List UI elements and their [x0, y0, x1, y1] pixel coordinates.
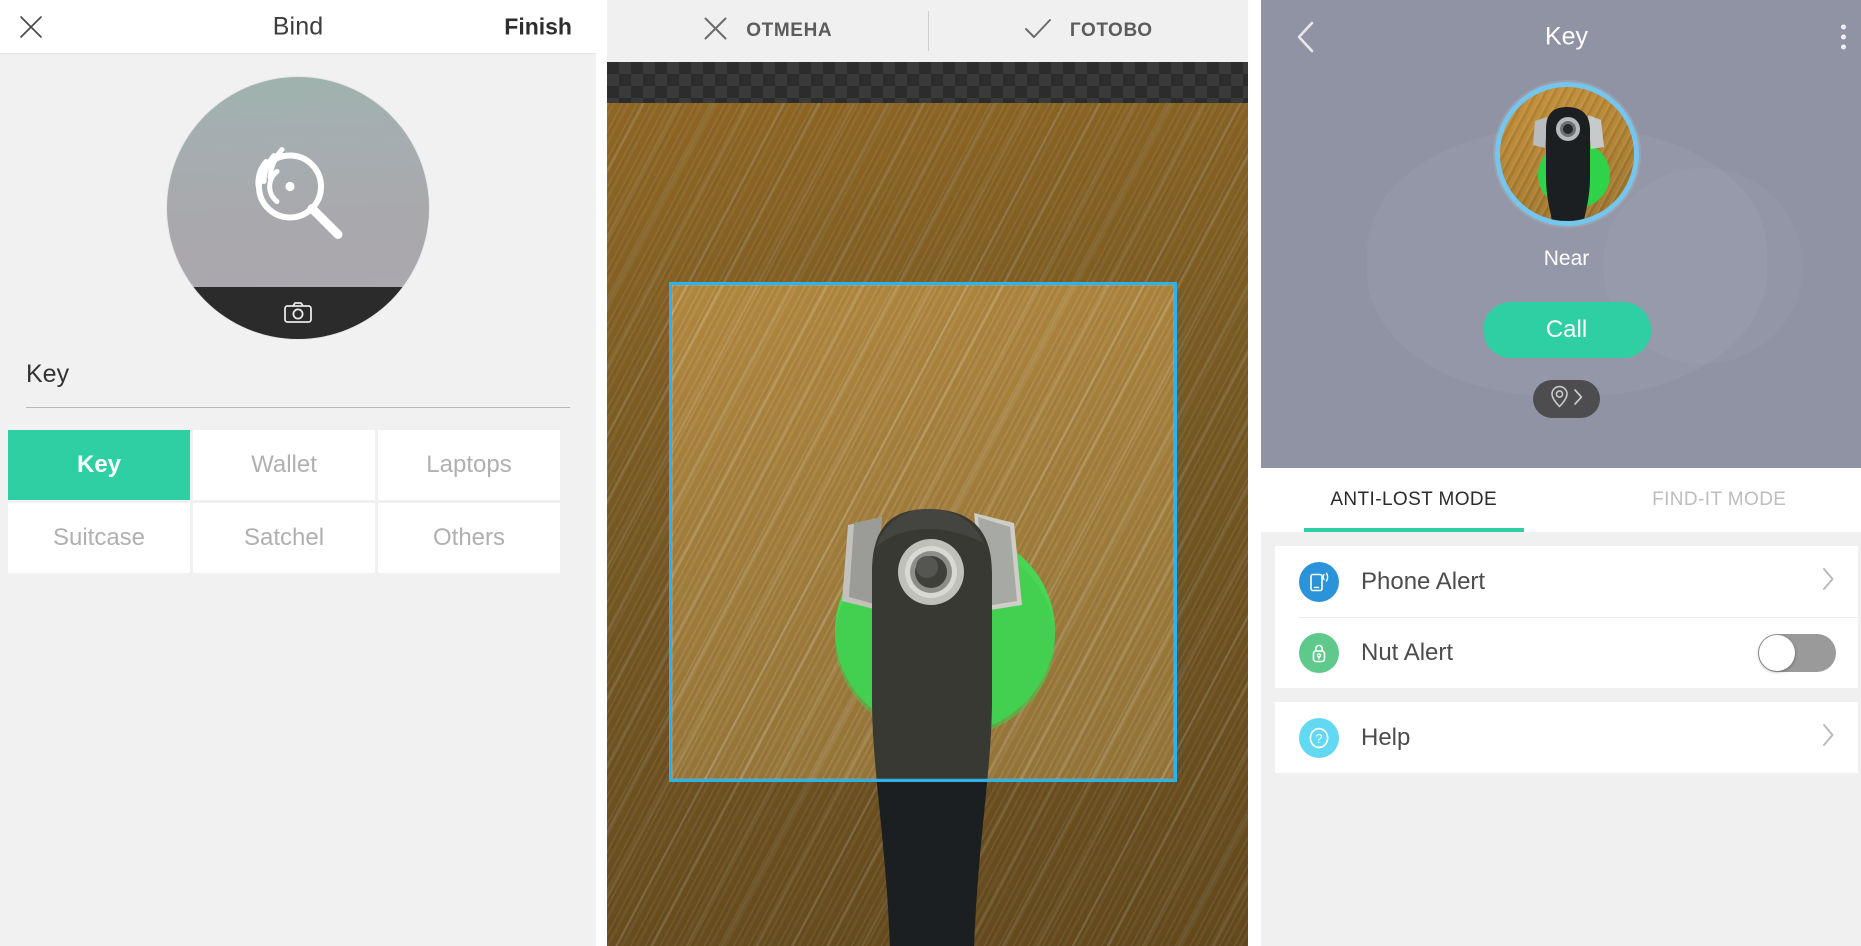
cancel-label: ОТМЕНА: [746, 20, 833, 41]
cancel-button[interactable]: ОТМЕНА: [607, 0, 928, 62]
nut-tracker-magnifier-icon: [232, 132, 364, 269]
name-field[interactable]: Key: [26, 354, 570, 408]
name-input[interactable]: Key: [26, 360, 570, 407]
tab-find-it-mode[interactable]: FIND-IT MODE: [1567, 468, 1861, 532]
list-item-label: Help: [1361, 723, 1411, 751]
header-divider: [927, 11, 929, 51]
category-button-key[interactable]: Key: [8, 430, 190, 500]
toggle-knob: [1759, 634, 1795, 671]
tab-anti-lost-mode[interactable]: ANTI-LOST MODE: [1261, 468, 1567, 532]
device-avatar[interactable]: [1494, 82, 1639, 226]
bind-screen: Bind Finish Key Key Wallet Laptops Suitc…: [0, 0, 596, 946]
chevron-right-icon: [1821, 722, 1836, 753]
call-button[interactable]: Call: [1482, 302, 1651, 358]
nut-alert-icon: [1299, 632, 1339, 673]
category-label: Wallet: [251, 451, 317, 478]
list-item-nut-alert[interactable]: Nut Alert: [1275, 617, 1858, 688]
status-badge: Near: [1543, 247, 1590, 270]
name-input-underline: [26, 407, 570, 408]
crop-screen: ОТМЕНА ГОТОВО: [607, 0, 1248, 946]
category-button-suitcase[interactable]: Suitcase: [8, 503, 190, 573]
settings-card-help: ? Help: [1275, 702, 1858, 773]
avatar[interactable]: [167, 77, 429, 339]
crop-rectangle[interactable]: [669, 282, 1177, 782]
svg-text:?: ?: [1316, 732, 1323, 746]
category-button-laptops[interactable]: Laptops: [378, 430, 560, 500]
finish-button[interactable]: Finish: [504, 13, 572, 40]
crop-dim-left: [607, 282, 669, 782]
chevron-right-icon: [1573, 388, 1584, 411]
device-detail-screen: Key Near Call ANTI-LOST MODE FIND-IT MOD…: [1261, 0, 1861, 946]
map-pin-icon: [1550, 385, 1569, 413]
crop-dim-top: [607, 103, 1248, 282]
device-key-graphic: [1532, 107, 1610, 221]
overflow-menu-icon[interactable]: [1841, 24, 1846, 50]
category-label: Others: [432, 524, 506, 551]
list-item-phone-alert[interactable]: Phone Alert: [1275, 546, 1858, 617]
list-item-label: Nut Alert: [1361, 638, 1454, 666]
camera-icon: [283, 301, 313, 325]
crop-header: ОТМЕНА ГОТОВО: [607, 0, 1248, 62]
done-button[interactable]: ГОТОВО: [928, 0, 1249, 62]
category-button-wallet[interactable]: Wallet: [193, 430, 375, 500]
nut-alert-toggle[interactable]: [1758, 633, 1836, 672]
avatar-container: [0, 54, 596, 354]
tab-label: FIND-IT MODE: [1652, 489, 1787, 510]
category-label: Key: [76, 451, 122, 478]
device-hero: Key Near Call: [1261, 0, 1861, 468]
bind-header: Bind Finish: [0, 0, 596, 54]
three-panel-screenshot: Bind Finish Key Key Wallet Laptops Suitc…: [0, 0, 1861, 946]
done-label: ГОТОВО: [1069, 20, 1153, 41]
category-button-group: Key Wallet Laptops Suitcase Satchel Othe…: [0, 430, 596, 573]
settings-card-alerts: Phone Alert Nut Alert: [1275, 546, 1858, 688]
help-icon: ?: [1299, 717, 1339, 758]
crop-dim-right: [1177, 282, 1248, 782]
category-label: Satchel: [243, 524, 325, 551]
category-button-satchel[interactable]: Satchel: [193, 503, 375, 573]
list-item-label: Phone Alert: [1361, 567, 1486, 595]
settings-list: Phone Alert Nut Alert ? Help: [1261, 532, 1861, 773]
list-item-help[interactable]: ? Help: [1275, 702, 1858, 773]
phone-alert-icon: [1299, 561, 1339, 602]
avatar-camera-button[interactable]: [167, 287, 429, 339]
mode-tabs: ANTI-LOST MODE FIND-IT MODE: [1261, 468, 1861, 532]
close-icon: [702, 15, 729, 47]
check-icon: [1023, 15, 1053, 47]
crop-rect-highlight: [672, 285, 1174, 779]
page-title: Key: [1544, 22, 1589, 51]
chevron-right-icon: [1821, 566, 1836, 597]
tab-label: ANTI-LOST MODE: [1330, 489, 1498, 510]
category-label: Laptops: [426, 451, 512, 478]
location-pill[interactable]: [1533, 380, 1600, 418]
category-label: Suitcase: [52, 524, 146, 551]
detail-header: Key: [1261, 0, 1861, 74]
category-button-others[interactable]: Others: [378, 503, 560, 573]
crop-stage[interactable]: [607, 62, 1248, 946]
